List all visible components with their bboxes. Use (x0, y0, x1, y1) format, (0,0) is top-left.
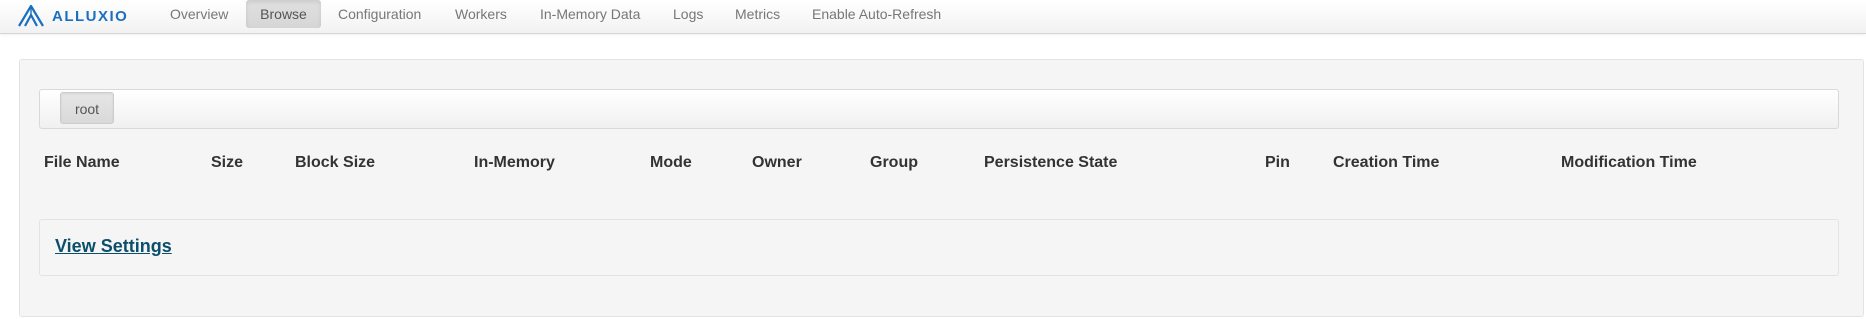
column-header-in-memory: In-Memory (474, 154, 555, 171)
top-navbar: ALLUXIO Overview Browse Configuration Wo… (0, 0, 1866, 34)
brand-name: ALLUXIO (52, 7, 129, 25)
column-header-creation-time: Creation Time (1333, 154, 1440, 171)
nav-browse[interactable]: Browse (246, 0, 321, 28)
alluxio-logo-icon (18, 5, 44, 27)
column-header-group: Group (870, 154, 918, 171)
column-header-pin: Pin (1265, 154, 1290, 171)
column-header-owner: Owner (752, 154, 802, 171)
nav-workers[interactable]: Workers (455, 0, 507, 28)
column-header-size: Size (211, 154, 244, 171)
nav-overview[interactable]: Overview (170, 0, 228, 28)
nav-enable-auto-refresh[interactable]: Enable Auto-Refresh (812, 0, 941, 28)
view-settings-link[interactable]: View Settings (55, 236, 172, 257)
breadcrumb-root-button[interactable]: root (60, 92, 114, 124)
nav-metrics[interactable]: Metrics (735, 0, 780, 28)
breadcrumb (39, 89, 1839, 129)
column-header-file-name: File Name (44, 154, 120, 171)
nav-in-memory-data[interactable]: In-Memory Data (540, 0, 640, 28)
column-header-modification-time: Modification Time (1561, 154, 1697, 171)
nav-logs[interactable]: Logs (673, 0, 703, 28)
settings-well (39, 219, 1839, 276)
column-header-block-size: Block Size (295, 154, 376, 171)
column-header-persistence-state: Persistence State (984, 154, 1118, 171)
column-header-mode: Mode (650, 154, 692, 171)
brand[interactable]: ALLUXIO (18, 4, 128, 28)
nav-configuration[interactable]: Configuration (338, 0, 421, 28)
